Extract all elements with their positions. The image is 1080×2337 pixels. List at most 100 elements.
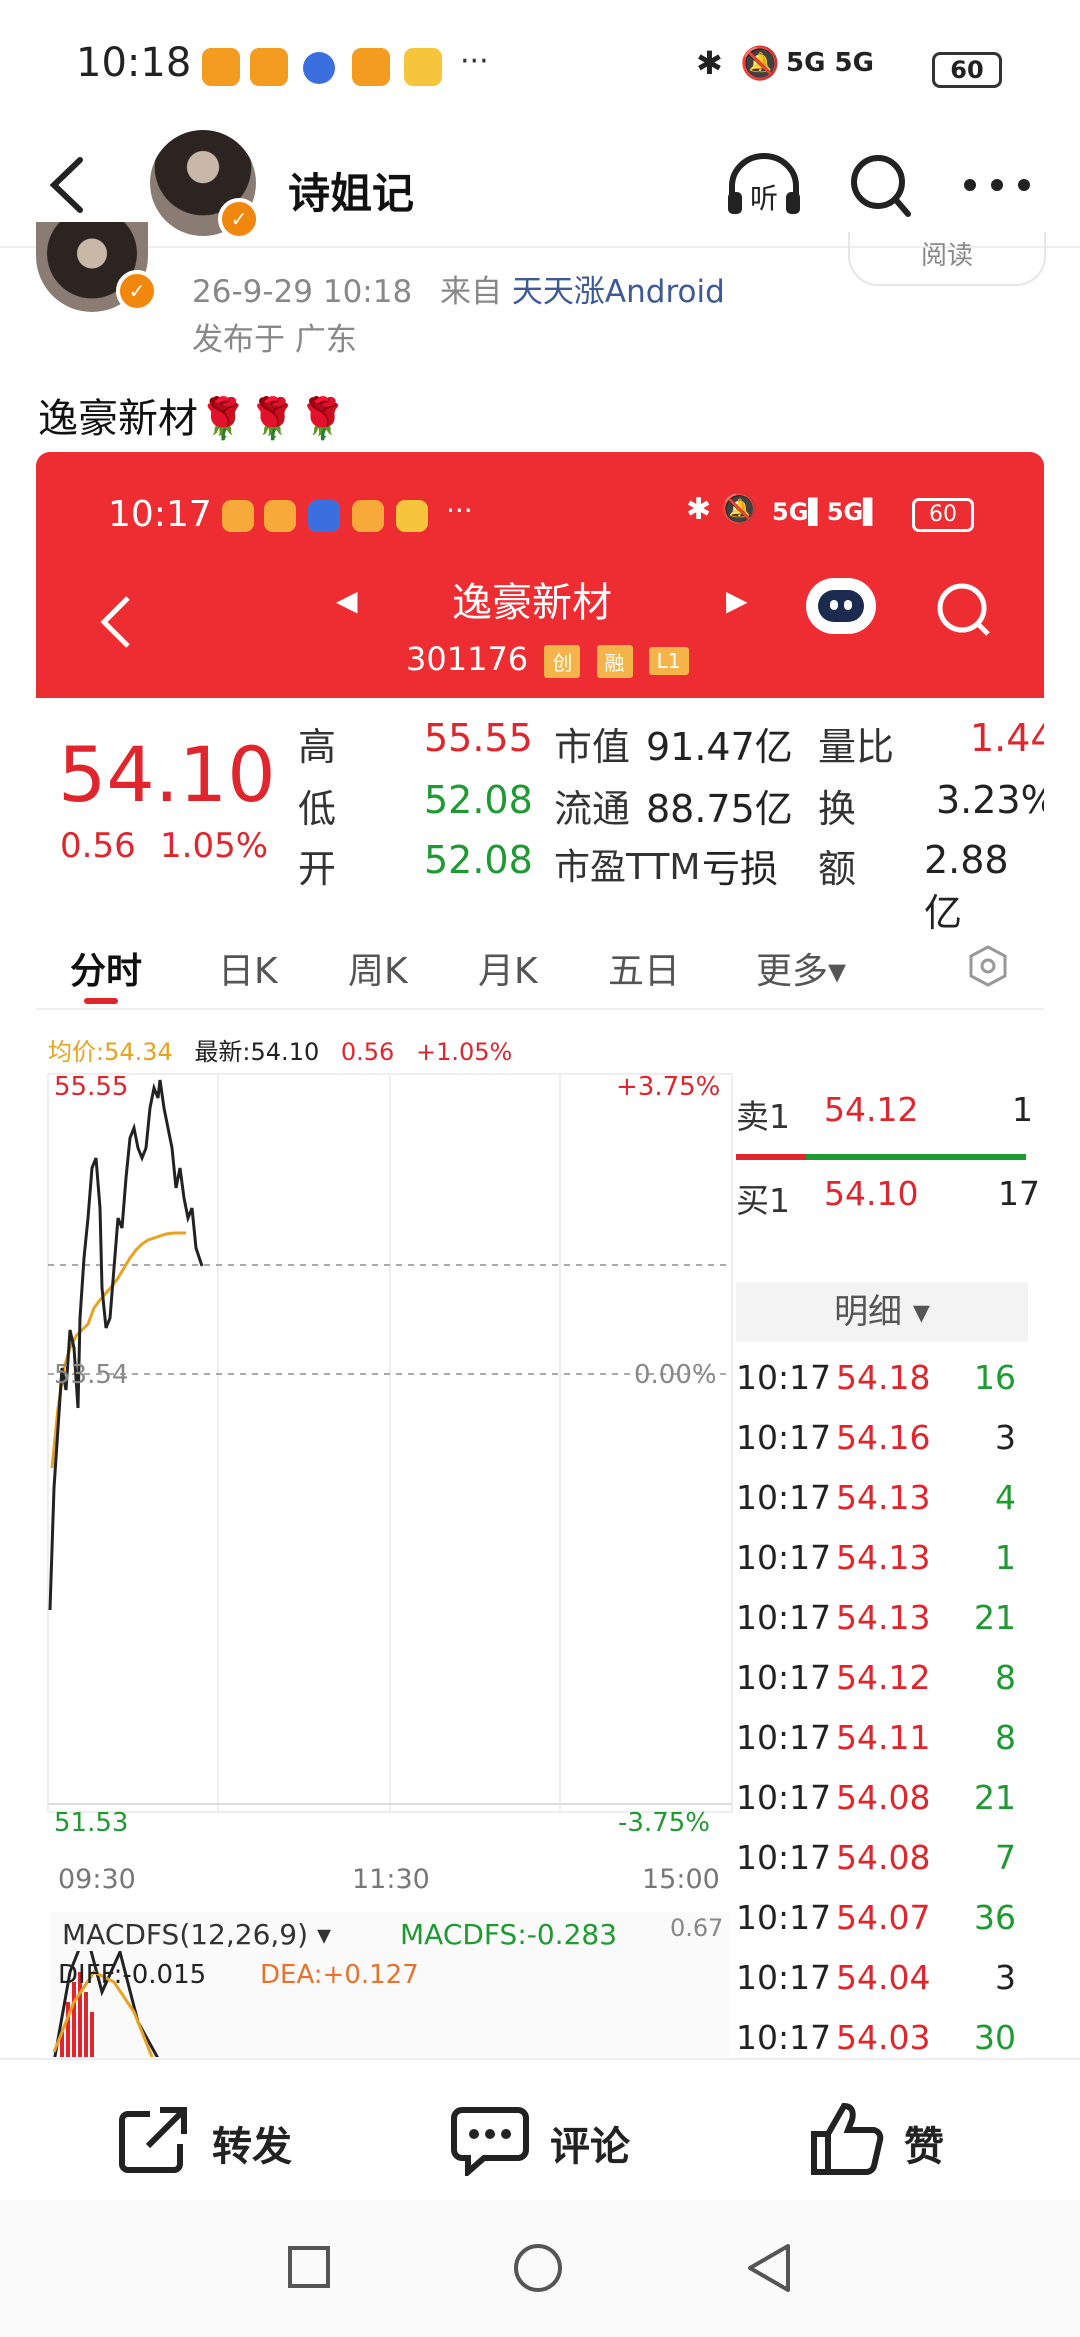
tick-time: 10:17 <box>736 1478 832 1517</box>
next-stock-icon: ▶ <box>726 584 748 617</box>
stat-value-volratio: 1.44 <box>970 716 1044 760</box>
tab-weekly-k[interactable]: 周K <box>348 942 408 994</box>
home-icon[interactable] <box>512 2242 564 2294</box>
tick-price: 54.16 <box>836 1418 931 1457</box>
buy-1-price: 54.10 <box>824 1174 919 1213</box>
back-button[interactable] <box>36 150 96 220</box>
macd-diff: DIFF:-0.015 <box>58 1960 207 1990</box>
tick-volume: 3 <box>995 1958 1016 1997</box>
sell-1-price: 54.12 <box>824 1090 919 1129</box>
app-notification-icon-2 <box>352 48 390 86</box>
tick-row: 10:17 54.03 30 <box>736 2018 1016 2057</box>
comment-label: 评论 <box>550 2124 630 2170</box>
time-axis-start: 09:30 <box>58 1864 136 1895</box>
stat-value-float: 88.75亿 <box>646 787 793 831</box>
post-location: 发布于 广东 <box>192 322 357 358</box>
tick-row: 10:17 54.12 8 <box>736 1658 1016 1714</box>
tick-price: 54.11 <box>836 1718 931 1757</box>
price-line <box>48 1079 204 1611</box>
post-meta-line: 26-9-29 10:18 来自 天天涨Android <box>192 266 725 311</box>
chart-high-pct-label: +3.75% <box>616 1072 721 1102</box>
tag-chuang: 创 <box>544 644 581 678</box>
macd-value: MACDFS:-0.283 <box>400 1918 618 1951</box>
post-image-stock-screenshot[interactable]: 10:17 ··· ✱ 🔕 5G▌5G▌ 60 ◀ 逸豪新材 301176 创 … <box>36 452 1044 2057</box>
tab-more[interactable]: 更多▾ <box>756 942 846 994</box>
stat-label-volratio: 量比 <box>818 725 895 769</box>
tab-daily-k[interactable]: 日K <box>218 942 278 994</box>
tick-row: 10:17 54.08 21 <box>736 1778 1016 1834</box>
status-bar: 10:18 ··· ✱ 🔕 5G 5G 60 <box>0 0 1080 140</box>
chevron-left-icon <box>49 157 83 213</box>
more-options-button[interactable] <box>960 160 1034 210</box>
stat-value-low: 52.08 <box>424 778 533 822</box>
tick-time: 10:17 <box>736 1418 832 1457</box>
post-source-link[interactable]: 天天涨Android <box>512 274 725 310</box>
repost-button[interactable]: 转发 <box>116 2104 336 2174</box>
bluetooth-icon: ✱ <box>696 44 723 82</box>
battery-icon: 60 <box>932 52 1002 88</box>
tick-time: 10:17 <box>736 1358 832 1397</box>
tick-row: 10:17 54.18 16 <box>736 1358 1016 1414</box>
inner-app-icon-2 <box>352 500 384 532</box>
stat-label-float: 流通 <box>554 787 631 831</box>
time-axis-end: 15:00 <box>642 1864 720 1895</box>
search-icon <box>851 155 911 217</box>
tick-time: 10:17 <box>736 1658 832 1697</box>
chart-mid-pct-label: 0.00% <box>634 1360 717 1390</box>
tab-five-day[interactable]: 五日 <box>608 942 680 994</box>
tab-intraday[interactable]: 分时 <box>70 942 142 994</box>
inner-browser-icon <box>308 500 340 532</box>
intraday-chart[interactable] <box>36 1068 736 1828</box>
chart-legend: 均价:54.34 最新:54.10 0.56 +1.05% <box>48 1032 512 1067</box>
search-button[interactable] <box>848 150 914 220</box>
tick-time: 10:17 <box>736 1838 832 1877</box>
chart-low-label: 51.53 <box>54 1808 129 1838</box>
inner-heart-icon <box>264 500 296 532</box>
silent-icon: 🔕 <box>740 44 780 82</box>
tick-price: 54.08 <box>836 1778 931 1817</box>
comment-button[interactable]: 评论 <box>450 2104 670 2176</box>
settings-hex-icon[interactable] <box>966 944 1010 988</box>
tick-row: 10:17 54.16 3 <box>736 1418 1016 1474</box>
tick-price: 54.04 <box>836 1958 931 1997</box>
robot-assistant-icon[interactable] <box>806 578 876 634</box>
inner-status-time: 10:17 <box>108 494 212 535</box>
tick-row: 10:17 54.08 7 <box>736 1838 1016 1894</box>
legend-change-pct: +1.05% <box>415 1038 513 1066</box>
tick-volume: 7 <box>995 1838 1016 1877</box>
system-nav-bar <box>0 2200 1080 2337</box>
tick-volume: 3 <box>995 1418 1016 1457</box>
tick-row: 10:17 54.13 1 <box>736 1538 1016 1594</box>
stock-name: 逸豪新材 <box>452 580 612 626</box>
detail-dropdown[interactable]: 明细 ▾ <box>736 1282 1028 1342</box>
tag-rong: 融 <box>596 644 633 678</box>
listen-button[interactable]: 听 <box>722 150 806 220</box>
stat-label-open: 开 <box>298 847 337 891</box>
sell-1-row: 卖1 54.12 1 <box>736 1090 1033 1140</box>
action-bar-divider <box>0 2058 1080 2060</box>
stat-value-open: 52.08 <box>424 838 533 882</box>
macd-right-value: 0.67 <box>670 1914 724 1942</box>
macd-panel[interactable]: MACDFS(12,26,9) ▾ MACDFS:-0.283 0.67 DIF… <box>50 1912 730 2057</box>
read-count-pill[interactable]: 阅读 <box>848 232 1046 286</box>
time-axis-mid: 11:30 <box>352 1864 430 1895</box>
inner-more: ··· <box>446 494 473 527</box>
post-text: 逸豪新材🌹🌹🌹 <box>38 396 348 442</box>
stat-label-low: 低 <box>298 787 337 831</box>
like-button[interactable]: 赞 <box>808 2098 968 2178</box>
recent-apps-icon[interactable] <box>286 2244 332 2290</box>
chart-tabs: 分时 日K 周K 月K 五日 更多▾ <box>36 916 1044 1010</box>
tick-volume: 8 <box>995 1718 1016 1757</box>
prev-stock-icon: ◀ <box>336 584 358 617</box>
back-nav-icon[interactable] <box>744 2242 794 2294</box>
like-label: 赞 <box>904 2124 944 2170</box>
macd-selector[interactable]: MACDFS(12,26,9) ▾ <box>62 1918 331 1951</box>
more-notifications: ··· <box>460 44 489 79</box>
heart-app-icon <box>250 48 288 86</box>
tick-row: 10:17 54.04 3 <box>736 1958 1016 2014</box>
tick-time: 10:17 <box>736 1958 832 1997</box>
stat-value-mcap: 91.47亿 <box>646 725 793 769</box>
from-label: 来自 <box>440 274 503 310</box>
user-nickname[interactable]: 诗姐记 <box>288 160 414 221</box>
tab-monthly-k[interactable]: 月K <box>478 942 538 994</box>
